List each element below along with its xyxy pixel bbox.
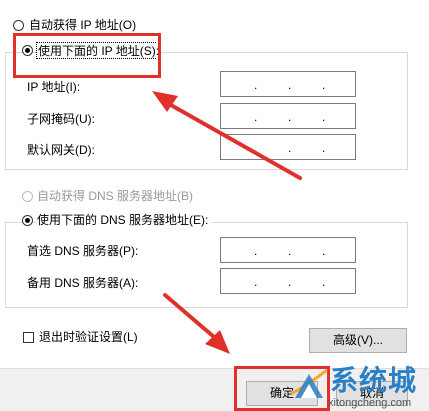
watermark-title: 系统城 bbox=[330, 365, 418, 396]
arrow-to-ip-option bbox=[152, 91, 302, 180]
watermark-logo-icon bbox=[290, 368, 328, 398]
annotation-arrows bbox=[152, 91, 302, 354]
arrow-to-ok-button bbox=[163, 293, 230, 354]
watermark-url: xitongcheng.com bbox=[328, 397, 412, 409]
